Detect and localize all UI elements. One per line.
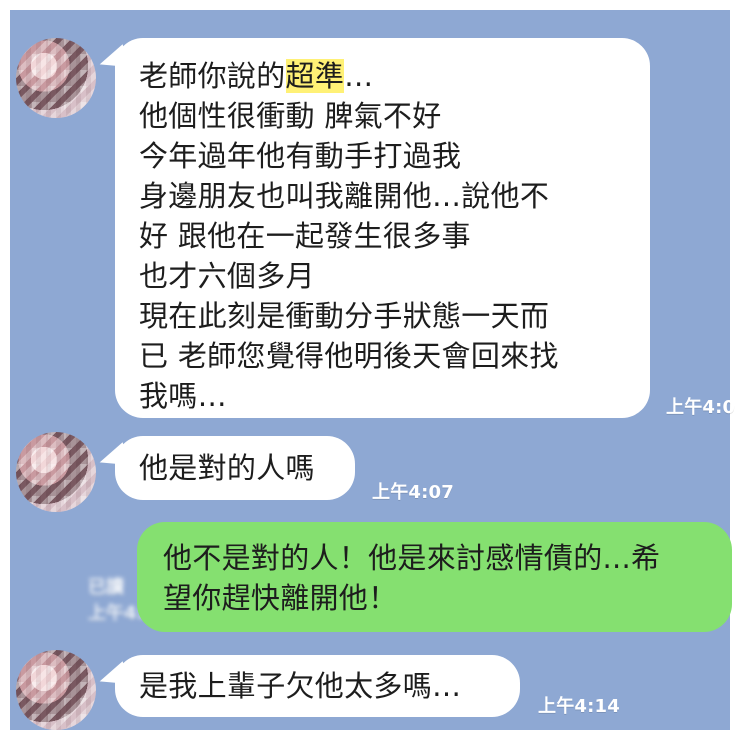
incoming-message-bubble[interactable]: 他是對的人嗎 [115, 436, 355, 500]
message-line: 今年過年他有動手打過我 [139, 139, 462, 173]
message-line: 望你趕快離開他！ [163, 581, 398, 615]
message-line: 好 跟他在一起發生很多事 [139, 219, 471, 253]
message-line: 他不是對的人！他是來討感情債的...希 [163, 541, 661, 575]
incoming-message-bubble[interactable]: 老師你說的超準… 他個性很衝動 脾氣不好 今年過年他有動手打過我 身邊朋友也叫我… [115, 38, 650, 418]
message-time: 上午4:07 [372, 482, 454, 503]
outgoing-message-text: 他不是對的人！他是來討感情債的...希 望你趕快離開他！ [163, 538, 660, 618]
message-line: 我嗎… [139, 379, 227, 413]
outgoing-message-bubble[interactable]: 他不是對的人！他是來討感情債的...希 望你趕快離開他！ [137, 522, 732, 632]
message-time: 上午4:0 [666, 397, 736, 418]
message-time: 上午4:14 [538, 696, 620, 717]
incoming-message-text: 老師你說的超準… 他個性很衝動 脾氣不好 今年過年他有動手打過我 身邊朋友也叫我… [139, 56, 559, 416]
highlighted-text: 超準 [285, 59, 345, 93]
message-line: 他個性很衝動 脾氣不好 [139, 99, 442, 133]
message-line: 也才六個多月 [139, 259, 315, 293]
message-line: 老師你說的超準… [139, 56, 559, 96]
message-text-part: … [344, 59, 374, 93]
message-text-part: 老師你說的 [139, 59, 286, 93]
contact-avatar[interactable] [16, 650, 96, 730]
message-line: 已 老師您覺得他明後天會回來找 [139, 339, 559, 373]
incoming-message-bubble[interactable]: 是我上輩子欠他太多嗎… [115, 655, 520, 717]
message-line: 現在此刻是衝動分手狀態一天而 [139, 299, 550, 333]
message-text: 他是對的人嗎 [139, 451, 315, 485]
contact-avatar[interactable] [16, 38, 96, 118]
contact-avatar[interactable] [16, 432, 96, 512]
message-line: 身邊朋友也叫我離開他…說他不 [139, 179, 550, 213]
message-text: 是我上輩子欠他太多嗎… [139, 669, 462, 703]
